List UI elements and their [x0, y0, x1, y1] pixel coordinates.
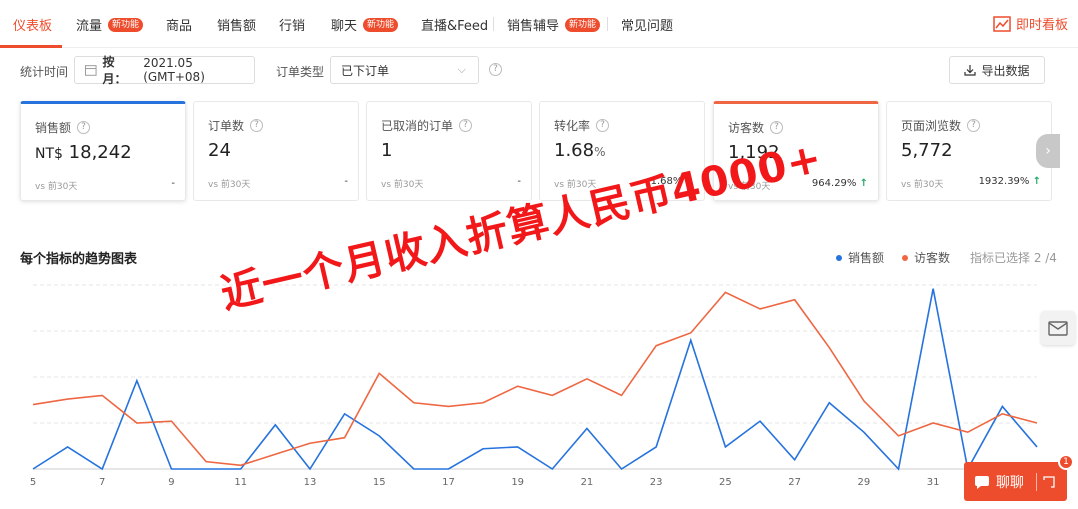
- help-icon[interactable]: ?: [77, 121, 91, 134]
- tab-live-feed[interactable]: 直播&Feed: [421, 15, 488, 34]
- card-value: 1: [381, 140, 393, 161]
- series-line-visitors[interactable]: [32, 291, 1038, 467]
- card-title: 页面浏览数: [901, 119, 962, 133]
- date-picker[interactable]: 按月： 2021.05 (GMT+08): [74, 55, 255, 86]
- chat-button[interactable]: 聊聊: [964, 462, 1067, 501]
- metrics-selected-count: 指标已选择 2 /4: [970, 251, 1057, 265]
- card-title: 销售额: [35, 121, 72, 135]
- trend-chart: 5 7 9 11 13 15 17 19 21 23 25 27 29 31: [30, 284, 1038, 488]
- card-value: 1.68%: [554, 140, 606, 161]
- new-feature-badge: 新功能: [108, 17, 144, 32]
- card-change: -: [517, 176, 521, 187]
- tab-faq[interactable]: 常见问题: [621, 15, 673, 34]
- card-change: -: [344, 176, 348, 187]
- legend-item-visitors[interactable]: 访客数: [902, 249, 950, 266]
- card-compare-label: vs 前30天: [208, 180, 251, 190]
- realtime-dashboard-link[interactable]: 即时看板: [993, 14, 1068, 33]
- message-float-button[interactable]: [1041, 311, 1075, 345]
- x-tick-label-13: 31: [927, 477, 940, 488]
- tab-sales[interactable]: 销售额: [217, 15, 256, 34]
- tab-sales-coaching[interactable]: 销售辅导 新功能: [507, 15, 601, 34]
- card-value: 5,772: [901, 140, 953, 161]
- x-tick-label-6: 17: [442, 477, 455, 488]
- card-value: 24: [208, 140, 231, 161]
- legend-dot: [902, 254, 908, 261]
- chevron-down-icon: ⌵: [457, 63, 466, 76]
- legend-item-sales[interactable]: 销售额: [836, 249, 884, 266]
- card-change: -: [171, 178, 175, 189]
- card-compare-label: vs 前30天: [381, 180, 424, 190]
- x-tick-label-11: 27: [788, 477, 801, 488]
- metric-card-cancelled[interactable]: 已取消的订单? 1 vs 前30天 -: [366, 101, 532, 201]
- expand-icon: [1043, 475, 1055, 488]
- x-tick-label-9: 23: [650, 477, 663, 488]
- x-tick-label-2: 9: [168, 477, 174, 488]
- help-icon[interactable]: ?: [250, 119, 264, 132]
- x-tick-label-7: 19: [511, 477, 524, 488]
- x-tick-label-3: 11: [234, 477, 247, 488]
- card-title: 已取消的订单: [381, 119, 454, 133]
- nav-divider: [607, 17, 608, 31]
- chevron-right-icon[interactable]: ›: [1036, 134, 1060, 168]
- card-compare-label: vs 前30天: [35, 182, 78, 192]
- x-tick-label-1: 7: [99, 477, 105, 488]
- download-icon: [964, 65, 977, 76]
- chat-bubble-icon: [975, 475, 989, 489]
- filter-bar: 统计时间 按月： 2021.05 (GMT+08) 订单类型 已下订单 ⌵ ? …: [0, 55, 1078, 86]
- metric-card-orders[interactable]: 订单数? 24 vs 前30天 -: [193, 101, 359, 201]
- top-nav: 仪表板 流量 新功能 商品 销售额 行销 聊天 新功能 直播&Feed 销售辅导 新功…: [0, 0, 1078, 48]
- x-tick-label-4: 13: [304, 477, 317, 488]
- card-value: NT$ 18,242: [35, 142, 132, 163]
- help-icon[interactable]: ?: [489, 63, 502, 76]
- card-change: 1932.39% ↑: [978, 176, 1041, 187]
- tab-products[interactable]: 商品: [166, 15, 192, 34]
- x-tick-label-5: 15: [373, 477, 386, 488]
- new-feature-badge: 新功能: [363, 17, 399, 32]
- calendar-icon: [85, 65, 97, 76]
- arrow-up-icon: ↑: [1032, 176, 1041, 187]
- card-compare-label: vs 前30天: [901, 180, 944, 190]
- order-type-select[interactable]: 已下订单 ⌵: [330, 56, 479, 84]
- unread-badge: 1: [1058, 454, 1074, 470]
- tab-traffic[interactable]: 流量 新功能: [76, 15, 144, 34]
- chart-trend-icon: [993, 15, 1011, 32]
- help-icon[interactable]: ?: [967, 119, 981, 132]
- chart-title: 每个指标的趋势图表: [20, 252, 138, 267]
- card-title: 访客数: [728, 121, 765, 135]
- nav-divider: [493, 17, 494, 31]
- order-type-label: 订单类型: [276, 65, 325, 79]
- export-data-button[interactable]: 导出数据: [949, 56, 1045, 84]
- legend-dot: [836, 254, 842, 261]
- date-mode: 按月：: [102, 55, 127, 86]
- x-tick-label-12: 29: [858, 477, 871, 488]
- metric-card-sales[interactable]: 销售额? NT$ 18,242 vs 前30天 -: [20, 101, 186, 201]
- x-tick-label-0: 5: [30, 477, 36, 488]
- date-value: 2021.05 (GMT+08): [143, 56, 205, 84]
- x-tick-label-10: 25: [719, 477, 732, 488]
- series-line-sales[interactable]: [32, 288, 1038, 472]
- metric-card-pageviews[interactable]: 页面浏览数? 5,772 vs 前30天 1932.39% ↑: [886, 101, 1052, 201]
- tab-dashboard[interactable]: 仪表板: [13, 15, 52, 34]
- help-icon[interactable]: ?: [596, 119, 610, 132]
- period-label: 统计时间: [20, 65, 69, 79]
- message-icon: [1048, 321, 1068, 336]
- tab-marketing[interactable]: 行销: [279, 15, 305, 34]
- card-title: 转化率: [554, 119, 591, 133]
- tab-chat[interactable]: 聊天 新功能: [331, 15, 399, 34]
- arrow-up-icon: ↑: [859, 178, 868, 189]
- new-feature-badge: 新功能: [565, 17, 601, 32]
- x-tick-label-8: 21: [581, 477, 594, 488]
- active-tab-indicator: [0, 45, 62, 48]
- help-icon[interactable]: ?: [459, 119, 473, 132]
- card-title: 订单数: [208, 119, 245, 133]
